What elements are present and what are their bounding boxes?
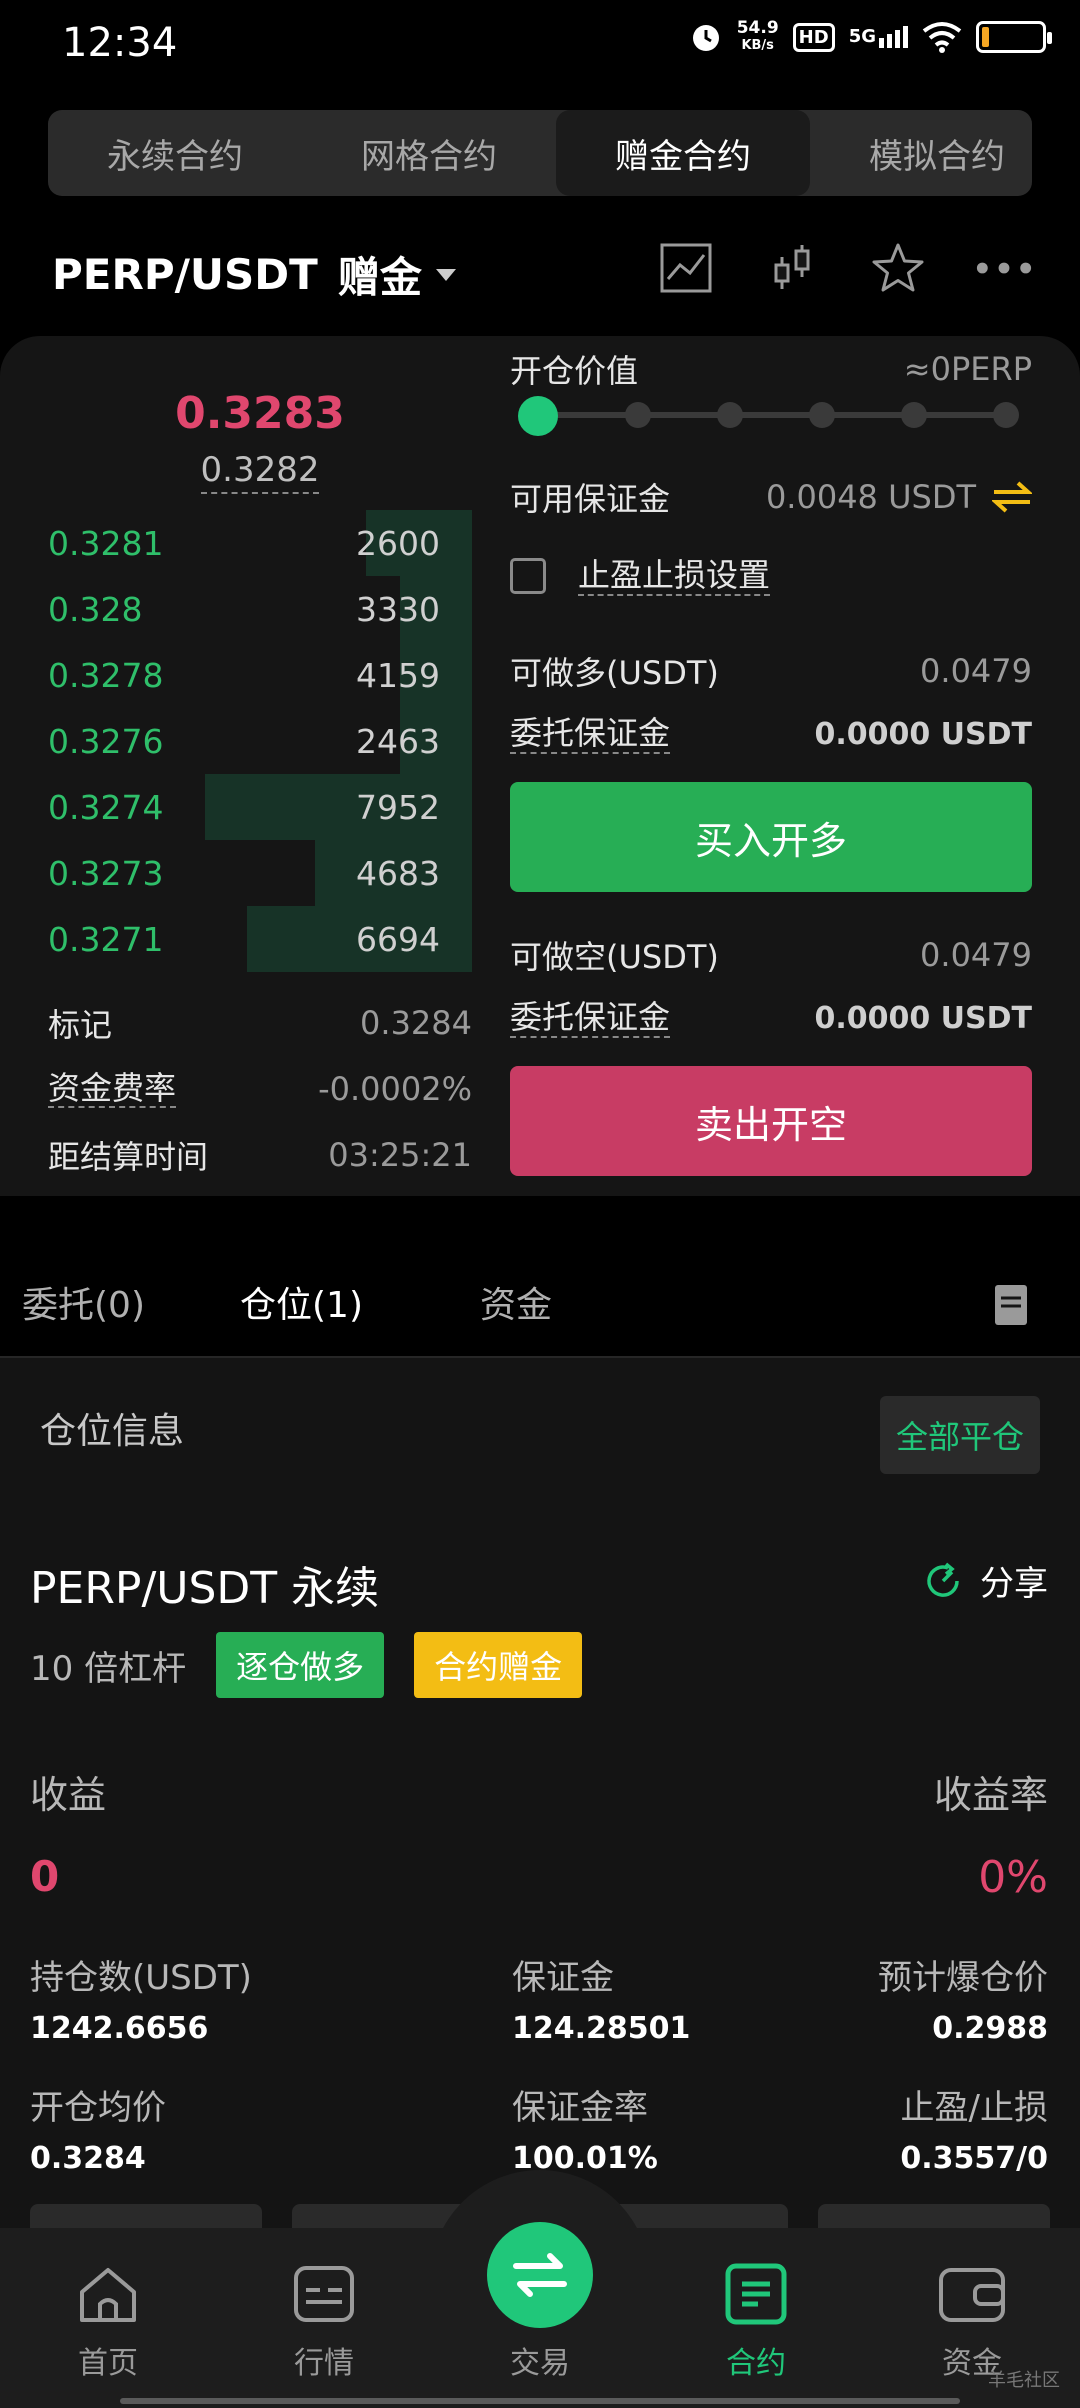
net-speed: 54.9 KB/s	[736, 18, 779, 54]
status-icons: 54.9 KB/s HD 5G	[689, 18, 1052, 54]
position-tabs: 委托(0) 仓位(1) 资金	[0, 1250, 1080, 1354]
entry-price: 开仓均价 0.3284	[30, 2088, 166, 2176]
chart-line-icon[interactable]	[658, 240, 714, 296]
bid-row[interactable]: 0.3274 7952	[48, 774, 472, 840]
available-margin-row: 可用保证金 0.0048 USDT	[510, 474, 1032, 520]
open-value-row: 开仓价值 ≈0PERP	[510, 350, 1032, 390]
max-long-row: 可做多(USDT) 0.0479	[510, 652, 1032, 692]
tab-positions[interactable]: 仓位(1)	[240, 1276, 363, 1328]
max-short-row: 可做空(USDT) 0.0479	[510, 936, 1032, 976]
tpsl-checkbox[interactable]	[510, 558, 546, 594]
buy-long-button[interactable]: 买入开多	[510, 782, 1032, 892]
pair-mode: 赠金	[337, 253, 422, 302]
order-margin-row: 委托保证金 0.0000 USDT	[510, 714, 1032, 754]
tab-funds[interactable]: 资金	[480, 1276, 552, 1328]
pnl-label: 收益	[30, 1773, 107, 1817]
bid-row[interactable]: 0.3281 2600	[48, 510, 472, 576]
nav-market[interactable]: 行情	[216, 2228, 432, 2408]
roe-label: 收益率	[933, 1773, 1048, 1817]
pnl-value: 0	[30, 1852, 60, 1901]
transfer-icon[interactable]	[992, 480, 1032, 514]
watermark: 羊毛社区	[988, 2370, 1060, 2391]
pair-selector[interactable]: PERP/USDT 赠金	[52, 244, 456, 305]
position-size: 持仓数(USDT) 1242.6656	[30, 1958, 252, 2046]
settlement-time-row: 距结算时间 03:25:21	[48, 1136, 472, 1176]
side-badge: 逐仓做多	[216, 1632, 385, 1698]
position-margin: 保证金 124.28501	[512, 1958, 691, 2046]
tab-bonus[interactable]: 赠金合约	[556, 110, 810, 196]
tab-simulated[interactable]: 模拟合约	[810, 110, 1032, 196]
status-time: 12:34	[62, 20, 178, 66]
margin-rate: 保证金率 100.01%	[512, 2088, 658, 2176]
bid-row[interactable]: 0.3271 6694	[48, 906, 472, 972]
position-tags: 10 倍杠杆 逐仓做多 合约赠金	[30, 1632, 583, 1698]
share-icon	[927, 1562, 959, 1597]
alarm-icon	[692, 25, 719, 51]
home-indicator[interactable]	[120, 2398, 960, 2404]
more-icon[interactable]	[976, 240, 1032, 296]
trade-button[interactable]	[487, 2222, 593, 2328]
position-title: PERP/USDT 永续	[30, 1563, 380, 1614]
slider-handle[interactable]	[518, 396, 558, 436]
funding-rate-row[interactable]: 资金费率 -0.0002%	[48, 1056, 472, 1122]
sell-short-button[interactable]: 卖出开空	[510, 1066, 1032, 1176]
order-book-bids: 0.3281 2600 0.328 3330 0.3278 4159 0.3276 24…	[48, 510, 472, 972]
header-actions	[658, 240, 1032, 296]
market-icon	[294, 2266, 354, 2322]
home-icon	[80, 2268, 136, 2322]
tab-orders[interactable]: 委托(0)	[22, 1276, 145, 1328]
hd-icon: HD	[792, 22, 835, 52]
futures-icon	[725, 2263, 787, 2325]
market-info: 标记 0.3284 资金费率 -0.0002% 距结算时间 03:25:21	[48, 990, 472, 1188]
battery-icon	[976, 21, 1052, 53]
tpsl-toggle[interactable]: 止盈止损设置	[510, 556, 771, 596]
order-margin-row-short: 委托保证金 0.0000 USDT	[510, 998, 1032, 1038]
section-title: 仓位信息	[40, 1411, 185, 1452]
swap-icon	[513, 2253, 567, 2297]
liquidation-price: 预计爆仓价 0.2988	[878, 1958, 1048, 2046]
mark-price-row: 标记 0.3284	[48, 1004, 472, 1044]
wifi-icon	[922, 22, 962, 53]
tpsl-values: 止盈/止损 0.3557/0	[900, 2088, 1048, 2176]
index-price[interactable]: 0.3282	[0, 450, 520, 494]
last-price: 0.3283	[175, 388, 345, 439]
signal-icon: 5G	[849, 26, 908, 48]
share-button[interactable]: 分享	[924, 1556, 1048, 1605]
star-icon[interactable]	[870, 240, 926, 296]
bid-row[interactable]: 0.3276 2463	[48, 708, 472, 774]
wallet-icon	[939, 2268, 1005, 2322]
roe-value: 0%	[978, 1852, 1048, 1903]
tpsl-label: 止盈止损设置	[578, 556, 771, 596]
pair-name: PERP/USDT	[52, 250, 318, 299]
contract-tabs: 永续合约 网格合约 赠金合约 模拟合约	[48, 110, 1032, 196]
tab-perpetual[interactable]: 永续合约	[48, 110, 302, 196]
nav-futures[interactable]: 合约	[648, 2228, 864, 2408]
leverage-label: 10 倍杠杆	[30, 1648, 187, 1689]
close-all-button[interactable]: 全部平仓	[880, 1396, 1040, 1474]
candlestick-icon[interactable]	[764, 240, 820, 296]
nav-home[interactable]: 首页	[0, 2228, 216, 2408]
leverage-slider[interactable]	[510, 396, 1032, 436]
document-icon[interactable]	[994, 1284, 1028, 1326]
status-bar: 12:34 54.9 KB/s HD 5G	[0, 0, 1080, 86]
caret-down-icon	[435, 268, 456, 281]
bid-row[interactable]: 0.3278 4159	[48, 642, 472, 708]
tab-grid[interactable]: 网格合约	[302, 110, 556, 196]
bid-row[interactable]: 0.328 3330	[48, 576, 472, 642]
bonus-badge: 合约赠金	[414, 1632, 583, 1698]
bid-row[interactable]: 0.3273 4683	[48, 840, 472, 906]
